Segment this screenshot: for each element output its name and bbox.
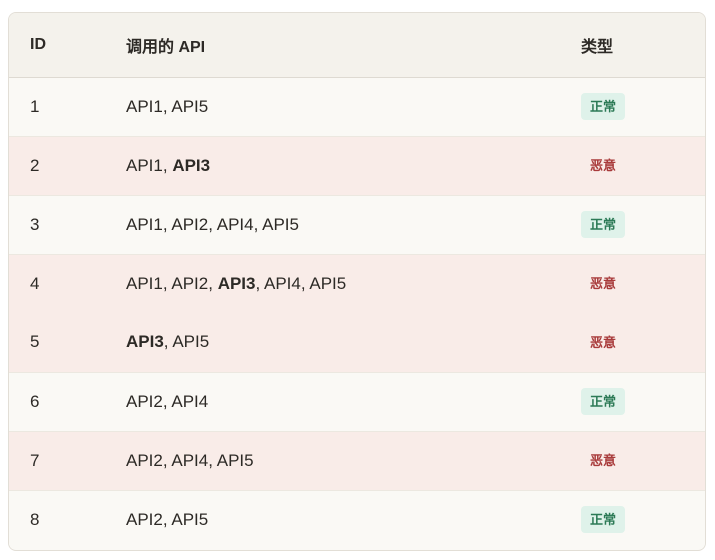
api-separator: ,	[208, 273, 218, 293]
table-row: 8 API2, API5 正常	[9, 490, 705, 549]
api-call-table-container: ID 调用的 API 类型 1 API1, API5 正常 2 API1, API3 恶意…	[8, 12, 706, 551]
row-apis-cell: API1, API5	[126, 77, 556, 136]
row-id-cell: 1	[30, 96, 40, 116]
row-type-cell: 恶意	[556, 254, 705, 313]
row-id-cell: 6	[30, 391, 40, 411]
api-separator: ,	[162, 155, 173, 175]
row-type-cell: 恶意	[556, 313, 705, 372]
api-token: API4	[171, 391, 209, 411]
row-id-cell: 2	[30, 155, 40, 175]
api-token: API5	[216, 450, 254, 470]
api-token: API2	[126, 450, 163, 470]
status-badge-normal: 正常	[581, 506, 626, 534]
row-apis-cell: API2, API4, API5	[126, 431, 556, 490]
api-token: API2	[126, 509, 163, 529]
api-token: API3	[172, 155, 211, 175]
row-type-cell: 正常	[556, 195, 705, 254]
table-body: 1 API1, API5 正常 2 API1, API3 恶意 3 API1, API2, A…	[9, 77, 705, 549]
api-separator: ,	[208, 214, 217, 234]
api-token: API1	[126, 155, 163, 175]
row-apis-cell: API1, API2, API4, API5	[126, 195, 556, 254]
status-badge-malicious: 恶意	[590, 453, 617, 468]
row-id-cell: 5	[30, 332, 40, 352]
api-token: API2	[171, 273, 209, 293]
api-token: API5	[171, 96, 209, 116]
row-type-cell: 正常	[556, 490, 705, 549]
status-badge-malicious: 恶意	[590, 158, 617, 173]
api-token: API2	[171, 214, 209, 234]
api-token: API1	[126, 96, 163, 116]
row-apis-cell: API3, API5	[126, 313, 556, 372]
table-row: 6 API2, API4 正常	[9, 372, 705, 431]
api-separator: ,	[253, 214, 263, 234]
api-token: API5	[262, 214, 299, 234]
api-token: API5	[309, 273, 347, 293]
api-token: API3	[126, 332, 164, 352]
status-badge-malicious: 恶意	[590, 334, 617, 350]
api-token: API4	[264, 273, 301, 293]
api-token: API1	[126, 273, 163, 293]
status-badge-malicious: 恶意	[590, 276, 617, 292]
status-badge-normal: 正常	[581, 211, 626, 238]
table-row: 7 API2, API4, API5 恶意	[9, 431, 705, 490]
row-type-cell: 恶意	[556, 136, 705, 195]
column-header-id: ID	[30, 35, 46, 53]
table-row: 4 API1, API2, API3, API4, API5 恶意	[9, 254, 705, 313]
row-apis-cell: API1, API3	[126, 136, 556, 195]
table-header-row: ID 调用的 API 类型	[9, 13, 705, 77]
row-type-cell: 恶意	[556, 431, 705, 490]
row-id-cell: 3	[30, 214, 40, 234]
api-token: API5	[172, 332, 210, 352]
column-header-type: 类型	[581, 38, 614, 56]
row-id-cell: 4	[30, 273, 40, 293]
row-apis-cell: API2, API5	[126, 490, 556, 549]
status-badge-normal: 正常	[581, 388, 626, 415]
table-header: ID 调用的 API 类型	[9, 13, 705, 77]
api-separator: ,	[208, 450, 217, 470]
table-row: 2 API1, API3 恶意	[9, 136, 705, 195]
table-row: 5 API3, API5 恶意	[9, 313, 705, 372]
column-header-apis: 调用的 API	[126, 38, 206, 56]
row-id-cell: 7	[30, 450, 40, 470]
table-row: 1 API1, API5 正常	[9, 77, 705, 136]
api-call-table: ID 调用的 API 类型 1 API1, API5 正常 2 API1, API3 恶意…	[9, 13, 705, 549]
api-token: API4	[171, 450, 209, 470]
row-apis-cell: API1, API2, API3, API4, API5	[126, 254, 556, 313]
row-type-cell: 正常	[556, 372, 705, 431]
api-token: API1	[126, 214, 163, 234]
row-id-cell: 8	[30, 509, 40, 529]
table-row: 3 API1, API2, API4, API5 正常	[9, 195, 705, 254]
api-token: API4	[216, 214, 254, 234]
api-token: API2	[126, 391, 163, 411]
row-type-cell: 正常	[556, 77, 705, 136]
row-apis-cell: API2, API4	[126, 372, 556, 431]
api-token: API3	[217, 273, 256, 293]
api-separator: ,	[255, 273, 264, 293]
api-token: API5	[171, 509, 209, 529]
status-badge-normal: 正常	[581, 93, 626, 120]
